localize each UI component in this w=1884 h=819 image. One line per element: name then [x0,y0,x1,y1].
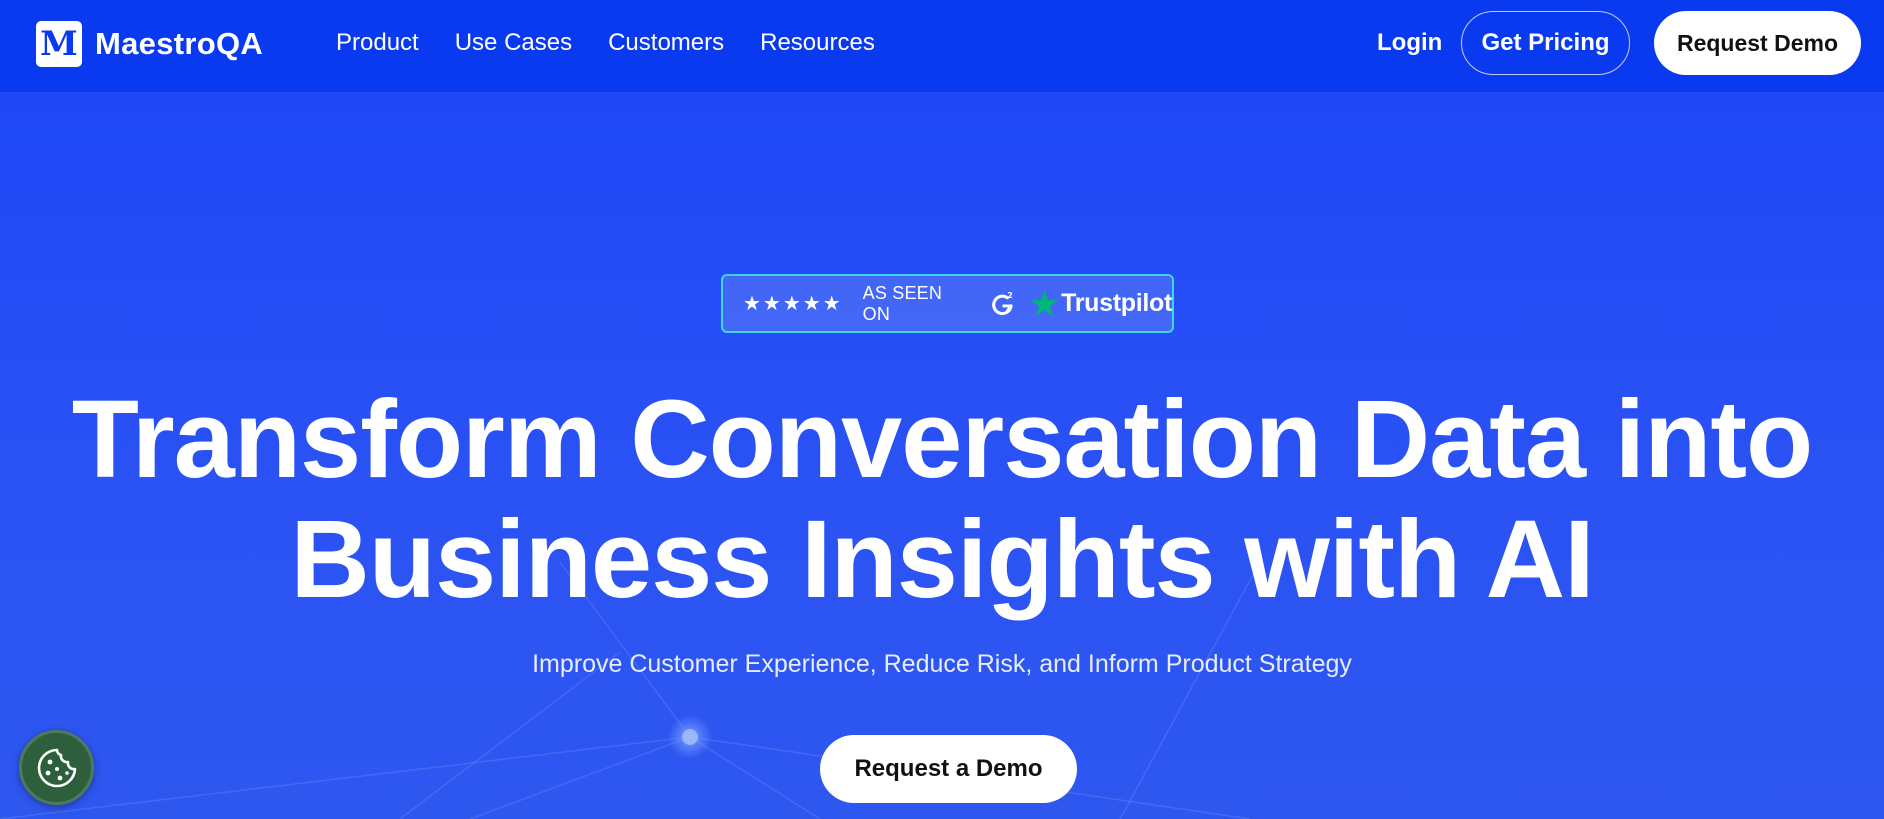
logo-mark-icon: M [36,21,82,67]
nav-link-customers[interactable]: Customers [608,29,724,57]
svg-text:2: 2 [1007,291,1012,300]
cookie-icon [37,748,76,787]
nav-link-resources[interactable]: Resources [760,29,875,57]
top-navbar: M MaestroQA Product Use Cases Customers … [0,0,1884,92]
brand-logo[interactable]: M MaestroQA [36,21,263,67]
hero-headline: Transform Conversation Data into Busines… [0,380,1884,620]
trustpilot-star-icon [1031,289,1059,317]
request-a-demo-button[interactable]: Request a Demo [820,735,1077,803]
nav-link-product[interactable]: Product [336,29,419,57]
as-seen-on-label: AS SEEN ON [862,282,943,324]
g2-icon: 2 [992,291,1013,315]
get-pricing-button[interactable]: Get Pricing [1461,11,1630,75]
rating-stars: ★★★★★ [743,293,843,315]
trustpilot-label: Trustpilot [1061,289,1172,317]
hero-subheadline: Improve Customer Experience, Reduce Risk… [532,650,1352,678]
hero-headline-line-1: Transform Conversation Data into [71,378,1814,501]
review-badge: ★★★★★ AS SEEN ON 2 Trustpilot [721,274,1174,333]
hero-headline-line-2: Business Insights with AI [290,498,1594,621]
brand-name: MaestroQA [95,26,264,61]
login-link[interactable]: Login [1377,29,1442,57]
cookie-settings-button[interactable] [19,730,94,805]
nav-links: Product Use Cases Customers Resources [336,29,911,57]
request-demo-button[interactable]: Request Demo [1654,11,1861,75]
nav-link-use-cases[interactable]: Use Cases [455,29,572,57]
